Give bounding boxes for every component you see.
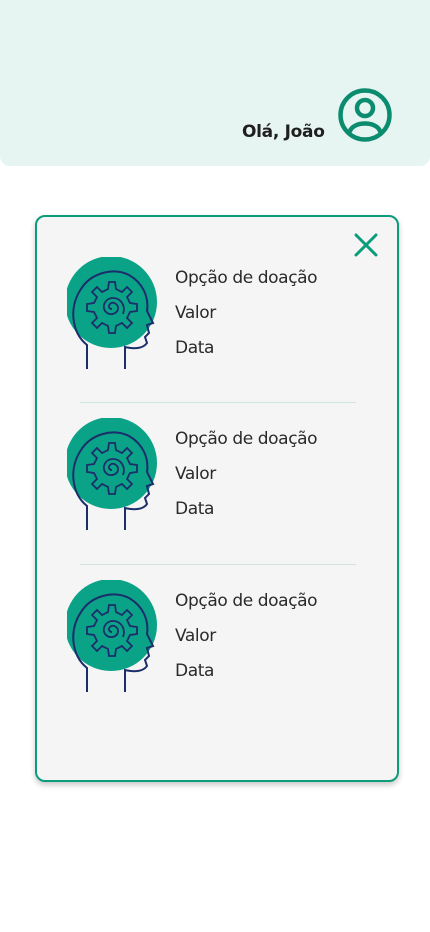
- head-gear-icon: [67, 580, 157, 692]
- donation-value-label: Valor: [175, 464, 216, 484]
- donation-date-label: Data: [175, 661, 214, 681]
- donation-item[interactable]: Opção de doação Valor Data: [67, 580, 367, 700]
- head-gear-icon: [67, 257, 157, 369]
- divider: [80, 564, 356, 565]
- header: Olá, João: [0, 0, 430, 166]
- donations-panel: Opção de doação Valor Data Opção de doaç…: [35, 215, 399, 782]
- donation-date-label: Data: [175, 338, 214, 358]
- donation-option-label: Opção de doação: [175, 429, 318, 449]
- donation-option-label: Opção de doação: [175, 268, 318, 288]
- donation-item[interactable]: Opção de doação Valor Data: [67, 418, 367, 538]
- divider: [80, 402, 356, 403]
- donation-date-label: Data: [175, 499, 214, 519]
- close-button[interactable]: [352, 231, 380, 259]
- donation-item[interactable]: Opção de doação Valor Data: [67, 257, 367, 377]
- user-circle-icon: [338, 88, 392, 142]
- profile-button[interactable]: [336, 86, 394, 144]
- donation-option-label: Opção de doação: [175, 591, 318, 611]
- close-icon: [354, 233, 378, 257]
- head-gear-icon: [67, 418, 157, 530]
- donation-value-label: Valor: [175, 303, 216, 323]
- greeting-text: Olá, João: [242, 122, 325, 142]
- donation-value-label: Valor: [175, 626, 216, 646]
